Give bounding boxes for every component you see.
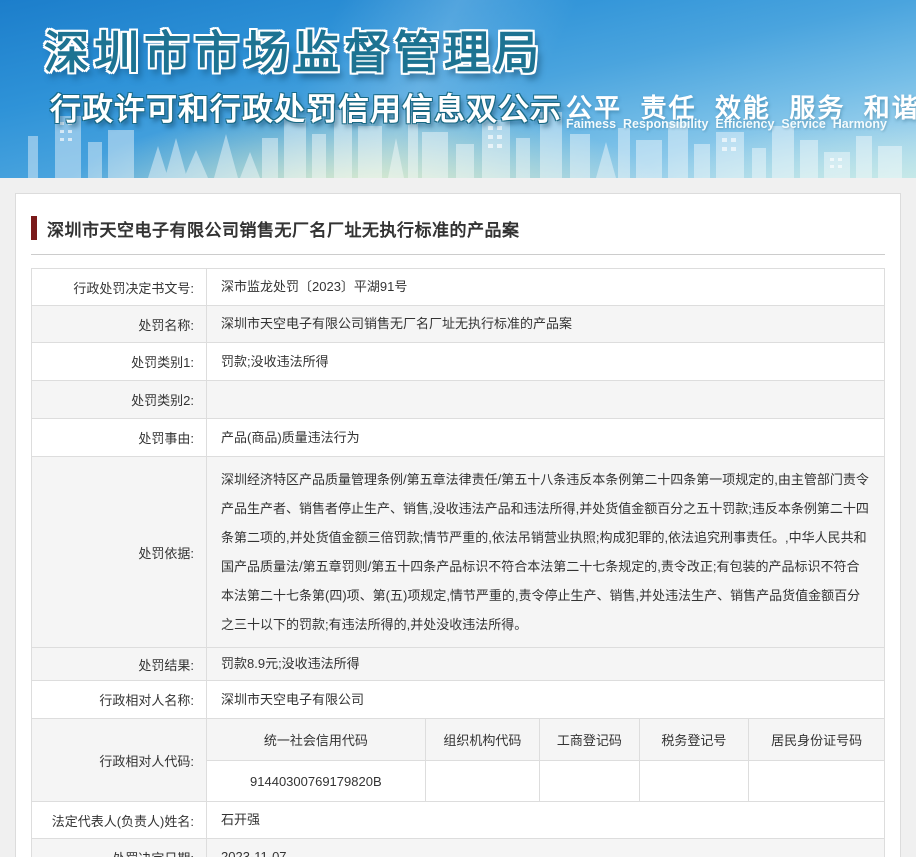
row-penalty-name: 处罚名称: 深圳市天空电子有限公司销售无厂名厂址无执行标准的产品案	[32, 306, 884, 343]
code-header-org-code: 组织机构代码	[426, 719, 541, 760]
field-label: 行政处罚决定书文号:	[32, 269, 207, 305]
code-value-id-number	[749, 761, 884, 801]
field-label: 行政相对人名称:	[32, 681, 207, 718]
field-value	[207, 381, 884, 418]
field-value: 罚款8.9元;没收违法所得	[221, 656, 360, 671]
org-title: 深圳市市场监督管理局	[44, 27, 545, 78]
field-value: 深圳市天空电子有限公司销售无厂名厂址无执行标准的产品案	[221, 316, 573, 331]
code-header-business-reg: 工商登记码	[540, 719, 640, 760]
row-penalty-reason: 处罚事由: 产品(商品)质量违法行为	[32, 419, 884, 457]
field-value: 2023-11-07	[221, 849, 287, 857]
slogan-english: Faimess Responsibility Efficiency Servic…	[566, 117, 887, 131]
code-header-uscc: 统一社会信用代码	[207, 719, 426, 760]
code-table-header-row: 统一社会信用代码 组织机构代码 工商登记码 税务登记号 居民身份证号码	[207, 719, 884, 761]
field-value: 深市监龙处罚〔2023〕平湖91号	[221, 279, 408, 294]
case-title-row: 深圳市天空电子有限公司销售无厂名厂址无执行标准的产品案	[31, 214, 885, 242]
field-label: 处罚依据:	[32, 457, 207, 647]
field-label: 行政相对人代码:	[32, 719, 207, 801]
row-penalty-category-2: 处罚类别2:	[32, 381, 884, 419]
code-value-org-code	[426, 761, 541, 801]
code-value-uscc: 91440300769179820B	[207, 761, 426, 801]
row-legal-representative: 法定代表人(负责人)姓名: 石开强	[32, 802, 884, 839]
code-value-tax-reg	[640, 761, 750, 801]
field-label: 处罚名称:	[32, 306, 207, 342]
code-header-id-number: 居民身份证号码	[771, 733, 863, 748]
row-decision-doc-number: 行政处罚决定书文号: 深市监龙处罚〔2023〕平湖91号	[32, 269, 884, 306]
penalty-table: 行政处罚决定书文号: 深市监龙处罚〔2023〕平湖91号 处罚名称: 深圳市天空…	[31, 268, 885, 857]
case-title: 深圳市天空电子有限公司销售无厂名厂址无执行标准的产品案	[47, 220, 520, 240]
field-label: 法定代表人(负责人)姓名:	[32, 802, 207, 838]
title-divider	[31, 254, 885, 255]
code-table-value-row: 91440300769179820B	[207, 761, 884, 801]
field-value: 深圳市天空电子有限公司	[221, 691, 365, 707]
field-value: 深圳经济特区产品质量管理条例/第五章法律责任/第五十八条违反本条例第二十四条第一…	[221, 472, 869, 632]
code-header-tax-reg: 税务登记号	[640, 719, 750, 760]
field-value: 产品(商品)质量违法行为	[221, 429, 360, 445]
code-table: 统一社会信用代码 组织机构代码 工商登记码 税务登记号 居民身份证号码 9144…	[207, 719, 884, 801]
row-penalty-result: 处罚结果: 罚款8.9元;没收违法所得	[32, 648, 884, 681]
content-card: 深圳市天空电子有限公司销售无厂名厂址无执行标准的产品案 行政处罚决定书文号: 深…	[15, 193, 901, 857]
field-label: 处罚结果:	[32, 648, 207, 680]
row-penalty-basis: 处罚依据: 深圳经济特区产品质量管理条例/第五章法律责任/第五十八条违反本条例第…	[32, 457, 884, 648]
row-party-name: 行政相对人名称: 深圳市天空电子有限公司	[32, 681, 884, 719]
code-value-business-reg	[540, 761, 640, 801]
field-label: 处罚类别2:	[32, 381, 207, 418]
row-penalty-category-1: 处罚类别1: 罚款;没收违法所得	[32, 343, 884, 381]
title-accent-bar	[31, 216, 37, 240]
field-label: 处罚决定日期:	[32, 839, 207, 857]
row-party-codes: 行政相对人代码: 统一社会信用代码 组织机构代码 工商登记码 税务登记号 居民身…	[32, 719, 884, 802]
field-label: 处罚类别1:	[32, 343, 207, 380]
field-label: 处罚事由:	[32, 419, 207, 456]
field-value: 石开强	[221, 812, 261, 827]
field-value: 罚款;没收违法所得	[221, 353, 329, 369]
header-banner: 深圳市市场监督管理局 行政许可和行政处罚信用信息双公示 公平 责任 效能 服务 …	[0, 0, 916, 178]
banner-subtitle: 行政许可和行政处罚信用信息双公示	[50, 92, 562, 127]
row-decision-date: 处罚决定日期: 2023-11-07	[32, 839, 884, 857]
